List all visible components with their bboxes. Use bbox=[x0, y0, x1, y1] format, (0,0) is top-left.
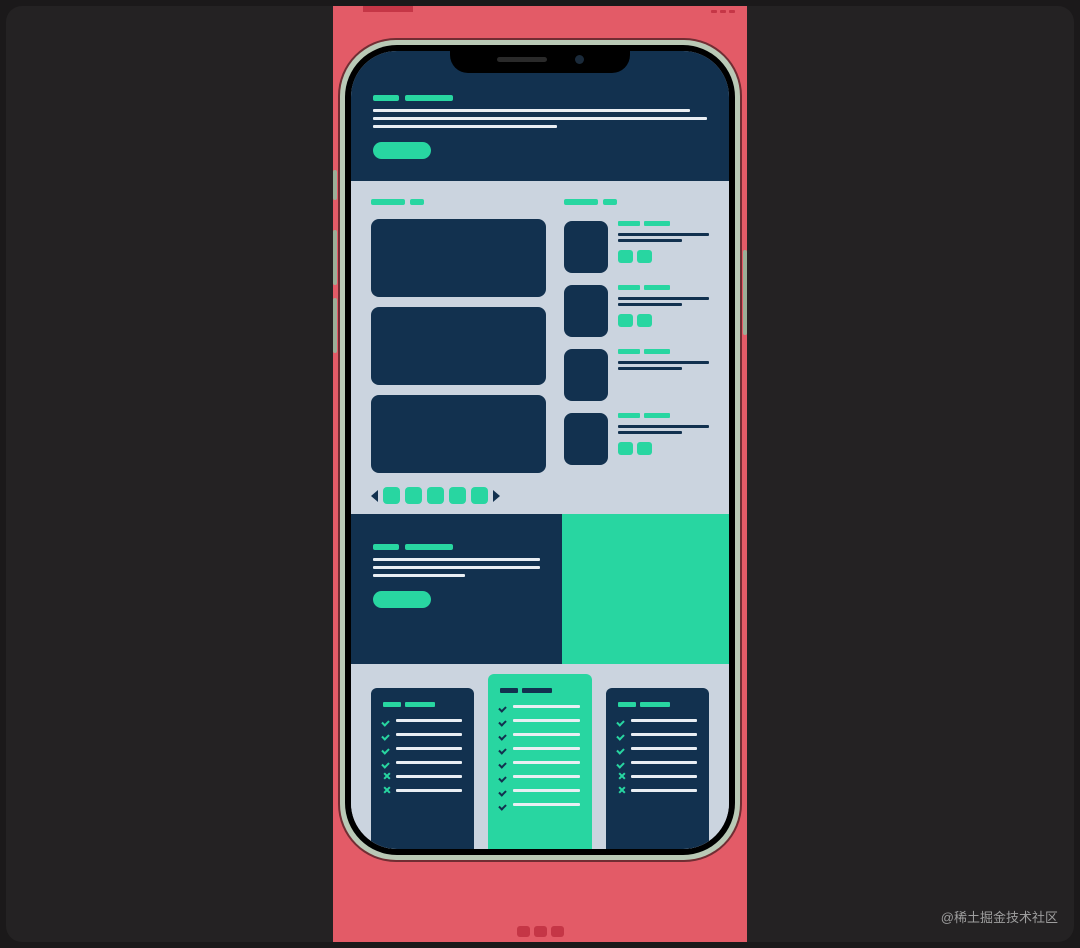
plan-title bbox=[618, 702, 697, 707]
banner-cta-button[interactable] bbox=[373, 591, 431, 608]
gallery-heading bbox=[371, 199, 546, 205]
gallery-column bbox=[371, 199, 546, 504]
volume-up-button bbox=[333, 230, 337, 285]
item-text bbox=[618, 294, 709, 306]
volume-down-button bbox=[333, 298, 337, 353]
pricing-section bbox=[351, 664, 729, 849]
pricing-plan-featured[interactable] bbox=[488, 674, 591, 849]
content-section bbox=[351, 181, 729, 514]
browser-controls-icon bbox=[711, 10, 735, 13]
banner-title bbox=[373, 544, 540, 550]
list-column bbox=[564, 199, 709, 504]
item-title bbox=[618, 221, 709, 226]
item-tags bbox=[618, 250, 709, 263]
gallery-card[interactable] bbox=[371, 395, 546, 473]
plan-title bbox=[500, 688, 579, 693]
pricing-plan[interactable] bbox=[371, 688, 474, 849]
thumbnail bbox=[564, 285, 608, 337]
item-text bbox=[618, 358, 709, 370]
prev-icon[interactable] bbox=[371, 490, 378, 502]
mute-switch-icon bbox=[333, 170, 337, 200]
pager-dot[interactable] bbox=[471, 487, 488, 504]
hero-text bbox=[373, 109, 707, 128]
pager-dot[interactable] bbox=[449, 487, 466, 504]
list-item[interactable] bbox=[564, 285, 709, 337]
list-item[interactable] bbox=[564, 221, 709, 273]
footer-social-icons bbox=[517, 926, 564, 937]
banner-text-panel bbox=[351, 514, 562, 664]
item-tags bbox=[618, 442, 709, 455]
gallery-pager bbox=[371, 487, 546, 504]
split-banner bbox=[351, 514, 729, 664]
hero-title bbox=[373, 95, 707, 101]
thumbnail bbox=[564, 221, 608, 273]
watermark-label: @稀土掘金技术社区 bbox=[941, 907, 1058, 926]
power-button bbox=[743, 250, 747, 335]
gallery-card[interactable] bbox=[371, 219, 546, 297]
thumbnail bbox=[564, 349, 608, 401]
phone-bezel bbox=[345, 45, 735, 855]
item-title bbox=[618, 349, 709, 354]
device-canvas bbox=[333, 6, 747, 942]
pager-dot[interactable] bbox=[383, 487, 400, 504]
list-item[interactable] bbox=[564, 349, 709, 401]
gallery-card[interactable] bbox=[371, 307, 546, 385]
item-title bbox=[618, 413, 709, 418]
speaker-icon bbox=[497, 57, 547, 62]
plan-title bbox=[383, 702, 462, 707]
hero-cta-button[interactable] bbox=[373, 142, 431, 159]
browser-tab-icon bbox=[363, 6, 413, 12]
next-icon[interactable] bbox=[493, 490, 500, 502]
banner-text bbox=[373, 558, 540, 577]
phone-notch bbox=[450, 45, 630, 73]
phone-screen[interactable] bbox=[351, 51, 729, 849]
editor-page: @稀土掘金技术社区 bbox=[6, 6, 1074, 942]
pager-dot[interactable] bbox=[427, 487, 444, 504]
pager-dot[interactable] bbox=[405, 487, 422, 504]
thumbnail bbox=[564, 413, 608, 465]
phone-frame bbox=[340, 40, 740, 860]
item-text bbox=[618, 422, 709, 434]
item-title bbox=[618, 285, 709, 290]
camera-icon bbox=[575, 55, 584, 64]
list-heading bbox=[564, 199, 709, 205]
list-item[interactable] bbox=[564, 413, 709, 465]
item-text bbox=[618, 230, 709, 242]
banner-image-panel bbox=[562, 514, 729, 664]
pricing-plan[interactable] bbox=[606, 688, 709, 849]
item-tags bbox=[618, 314, 709, 327]
page-footer bbox=[333, 926, 747, 942]
